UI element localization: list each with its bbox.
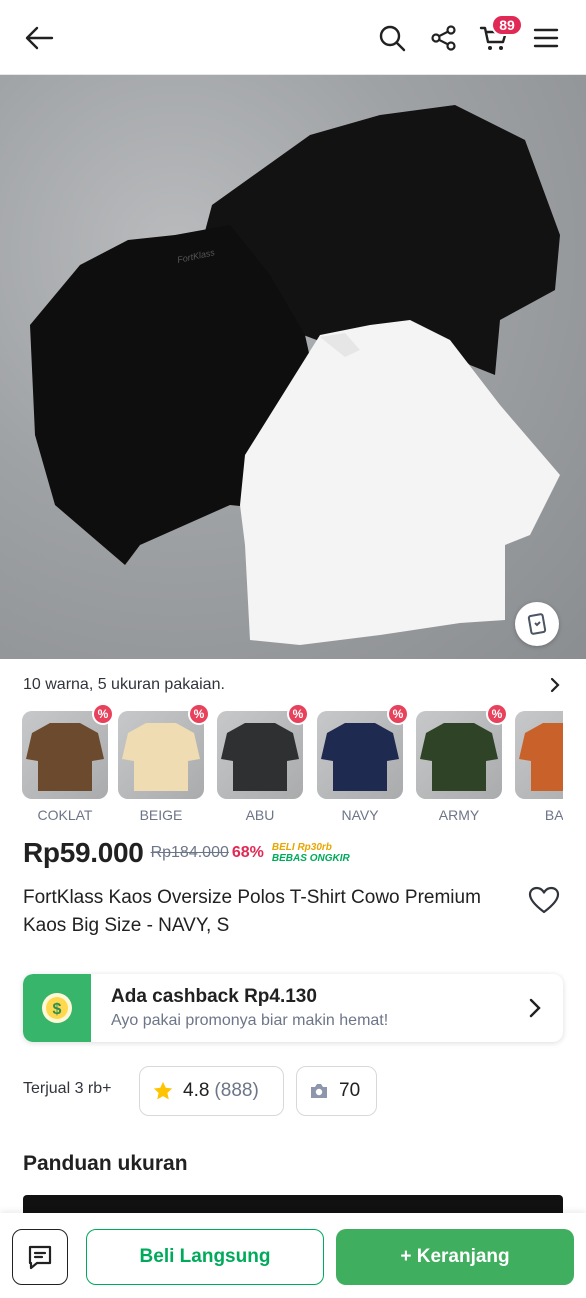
discount-percent: 68% [231,844,264,861]
variant-summary-row[interactable]: 10 warna, 5 ukuran pakaian. [23,674,563,696]
cashback-promo-card[interactable]: $ Ada cashback Rp4.130 Ayo pakai promony… [23,974,563,1042]
cashback-title: Ada cashback Rp4.130 [111,986,317,1007]
discount-icon: % [387,703,409,725]
review-count: (888) [214,1080,259,1101]
bottom-action-bar: Beli Langsung + Keranjang [0,1213,586,1298]
photo-count: 70 [339,1080,361,1101]
hamburger-menu-icon[interactable] [528,20,564,56]
chat-button[interactable] [12,1229,68,1285]
original-price: Rp184.000 [150,844,229,861]
variant-label: NAVY [341,807,379,823]
star-icon [153,1081,173,1100]
cart-count-badge: 89 [491,14,523,36]
current-price: Rp59.000 [23,837,144,868]
discount-icon: % [486,703,508,725]
chevron-right-icon [550,677,560,693]
chevron-right-icon [529,998,541,1018]
cashback-coin-icon: $ [23,974,91,1042]
discount-icon: % [188,703,210,725]
variant-label: ARMY [438,807,480,823]
price-row: Rp59.000 Rp184.000 68% BELI Rp30rb BEBAS… [23,836,350,870]
svg-text:$: $ [53,1001,62,1018]
share-icon[interactable] [426,20,462,56]
add-to-cart-button[interactable]: + Keranjang [336,1229,574,1285]
free-shipping-line1: BELI Rp30rb [271,842,332,853]
wishlist-heart-icon[interactable] [526,882,562,918]
variant-label: COKLAT [37,807,93,823]
free-shipping-line2: BEBAS ONGKIR [271,853,350,864]
rating-chip[interactable]: 4.8 (888) [139,1066,284,1116]
size-guide-heading: Panduan ukuran [23,1152,188,1175]
rating-value: 4.8 [183,1080,210,1101]
product-photo: FortKlass [30,105,560,645]
variant-summary-text: 10 warna, 5 ukuran pakaian. [23,676,225,693]
discount-icon: % [92,703,114,725]
card-icon [527,613,547,635]
variant-label: BEIGE [139,807,183,823]
cashback-subtitle: Ayo pakai promonya biar makin hemat! [111,1012,389,1029]
discount-icon: % [287,703,309,725]
photo-review-chip[interactable]: 70 [296,1066,377,1116]
top-app-bar: 89 [0,0,586,75]
product-title: FortKlass Kaos Oversize Polos T-Shirt Co… [23,887,481,936]
search-icon[interactable] [374,20,410,56]
chat-icon [28,1245,52,1270]
ar-try-on-button[interactable] [515,602,559,646]
variant-label: BAT [544,807,563,823]
free-shipping-badge: BELI Rp30rb BEBAS ONGKIR [272,842,350,864]
variant-label: ABU [245,807,275,823]
product-image[interactable]: FortKlass [0,75,586,659]
camera-icon [311,1084,327,1098]
variant-swatch-list: % COKLAT % BEIGE % ABU % NAVY % ARMY BAT [22,703,563,825]
back-arrow-icon[interactable] [21,20,57,56]
sold-count: Terjual 3 rb+ [23,1080,112,1097]
buy-now-button[interactable]: Beli Langsung [86,1229,324,1285]
